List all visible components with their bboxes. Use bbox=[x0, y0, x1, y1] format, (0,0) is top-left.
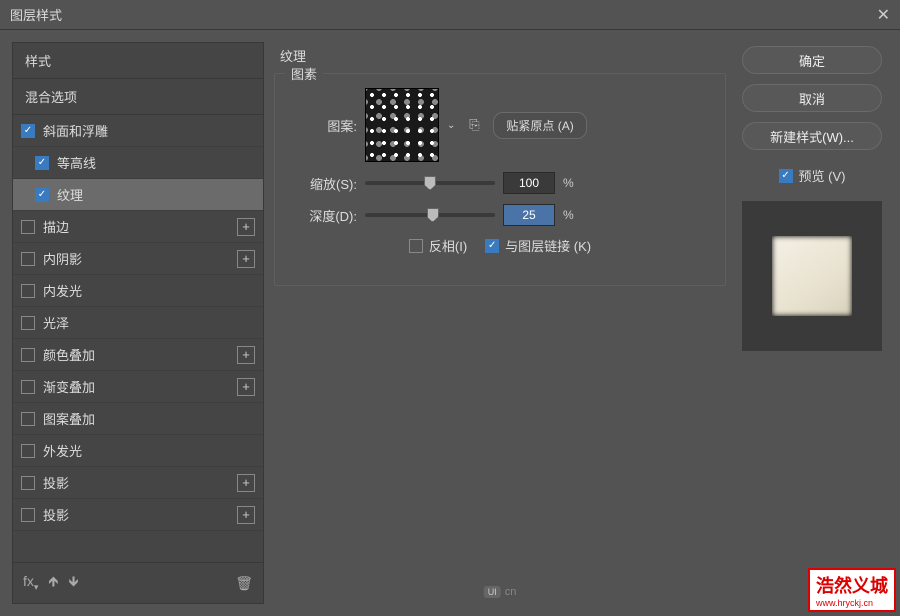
ok-button[interactable]: 确定 bbox=[742, 46, 882, 74]
effect-row-10[interactable]: 外发光 bbox=[13, 435, 263, 467]
title-bar: 图层样式 ✕ bbox=[0, 0, 900, 30]
effect-row-9[interactable]: 图案叠加 bbox=[13, 403, 263, 435]
effect-checkbox[interactable] bbox=[21, 316, 35, 330]
effect-label: 外发光 bbox=[43, 441, 255, 460]
effects-list: ✓斜面和浮雕✓等高线✓纹理描边+内阴影+内发光光泽颜色叠加+渐变叠加+图案叠加外… bbox=[13, 115, 263, 562]
link-label: 与图层链接 (K) bbox=[505, 236, 591, 255]
effect-checkbox[interactable] bbox=[21, 284, 35, 298]
add-effect-icon[interactable]: + bbox=[237, 474, 255, 492]
settings-panel: 纹理 图素 图案: ⌄ ⎘ 贴紧原点 (A) 缩放(S): % 深度(D): % bbox=[274, 42, 726, 604]
invert-checkbox[interactable]: 反相(I) bbox=[409, 236, 467, 255]
effect-label: 渐变叠加 bbox=[43, 377, 237, 396]
fx-menu-icon[interactable]: fx▾ bbox=[23, 573, 38, 593]
action-column: 确定 取消 新建样式(W)... ✓ 预览 (V) bbox=[736, 42, 888, 604]
scale-unit: % bbox=[563, 176, 574, 190]
effect-checkbox[interactable] bbox=[21, 508, 35, 522]
styles-sidebar: 样式 混合选项 ✓斜面和浮雕✓等高线✓纹理描边+内阴影+内发光光泽颜色叠加+渐变… bbox=[12, 42, 264, 604]
depth-unit: % bbox=[563, 208, 574, 222]
panel-title: 纹理 bbox=[274, 42, 726, 69]
effect-label: 投影 bbox=[43, 505, 237, 524]
snap-origin-button[interactable]: 贴紧原点 (A) bbox=[493, 112, 586, 139]
main-area: 样式 混合选项 ✓斜面和浮雕✓等高线✓纹理描边+内阴影+内发光光泽颜色叠加+渐变… bbox=[0, 30, 900, 616]
preview-label: 预览 (V) bbox=[799, 166, 846, 185]
trash-icon[interactable]: 🗑 bbox=[235, 575, 253, 592]
checkbox-row: 反相(I) ✓ 与图层链接 (K) bbox=[293, 236, 707, 255]
pattern-label: 图案: bbox=[293, 116, 357, 135]
close-icon[interactable]: ✕ bbox=[877, 5, 890, 25]
scale-row: 缩放(S): % bbox=[293, 172, 707, 194]
scale-slider[interactable] bbox=[365, 181, 495, 185]
effect-checkbox[interactable] bbox=[21, 380, 35, 394]
add-effect-icon[interactable]: + bbox=[237, 378, 255, 396]
effect-row-7[interactable]: 颜色叠加+ bbox=[13, 339, 263, 371]
preview-check-icon: ✓ bbox=[779, 169, 793, 183]
sidebar-footer: fx▾ 🡹 🡻 🗑 bbox=[13, 562, 263, 603]
cancel-button[interactable]: 取消 bbox=[742, 84, 882, 112]
effect-label: 颜色叠加 bbox=[43, 345, 237, 364]
effect-row-1[interactable]: ✓ 等高线 bbox=[13, 147, 263, 179]
elements-group: 图素 图案: ⌄ ⎘ 贴紧原点 (A) 缩放(S): % 深度(D): % bbox=[274, 73, 726, 286]
arrow-up-icon[interactable]: 🡹 bbox=[48, 571, 58, 595]
effect-checkbox[interactable] bbox=[21, 444, 35, 458]
invert-label: 反相(I) bbox=[429, 236, 467, 255]
blend-options-header[interactable]: 混合选项 bbox=[13, 79, 263, 115]
depth-slider[interactable] bbox=[365, 213, 495, 217]
effect-label: 投影 bbox=[43, 473, 237, 492]
effect-row-3[interactable]: 描边+ bbox=[13, 211, 263, 243]
ui-logo: UI cn bbox=[484, 586, 517, 598]
effect-row-6[interactable]: 光泽 bbox=[13, 307, 263, 339]
preview-tile bbox=[772, 236, 852, 316]
effect-row-2[interactable]: ✓ 纹理 bbox=[13, 179, 263, 211]
effect-label: 图案叠加 bbox=[43, 409, 255, 428]
link-checkbox[interactable]: ✓ 与图层链接 (K) bbox=[485, 236, 591, 255]
effect-row-5[interactable]: 内发光 bbox=[13, 275, 263, 307]
preview-checkbox[interactable]: ✓ 预览 (V) bbox=[779, 166, 846, 185]
pattern-dropdown-icon[interactable]: ⌄ bbox=[447, 120, 455, 131]
add-effect-icon[interactable]: + bbox=[237, 250, 255, 268]
effect-checkbox[interactable] bbox=[21, 476, 35, 490]
new-style-button[interactable]: 新建样式(W)... bbox=[742, 122, 882, 150]
group-legend: 图素 bbox=[285, 64, 323, 83]
pattern-row: 图案: ⌄ ⎘ 贴紧原点 (A) bbox=[293, 88, 707, 162]
effect-row-12[interactable]: 投影+ bbox=[13, 499, 263, 531]
effect-label: 等高线 bbox=[57, 153, 255, 172]
preview-box bbox=[742, 201, 882, 351]
effect-checkbox[interactable]: ✓ bbox=[35, 156, 49, 170]
invert-check-icon bbox=[409, 239, 423, 253]
add-effect-icon[interactable]: + bbox=[237, 346, 255, 364]
effect-label: 描边 bbox=[43, 217, 237, 236]
effect-label: 内阴影 bbox=[43, 249, 237, 268]
link-check-icon: ✓ bbox=[485, 239, 499, 253]
effect-checkbox[interactable] bbox=[21, 348, 35, 362]
new-preset-icon[interactable]: ⎘ bbox=[463, 114, 485, 136]
scale-label: 缩放(S): bbox=[293, 174, 357, 193]
effect-label: 斜面和浮雕 bbox=[43, 121, 255, 140]
effect-checkbox[interactable] bbox=[21, 252, 35, 266]
dialog-title: 图层样式 bbox=[10, 5, 62, 24]
effect-label: 光泽 bbox=[43, 313, 255, 332]
depth-row: 深度(D): % bbox=[293, 204, 707, 226]
styles-header[interactable]: 样式 bbox=[13, 43, 263, 79]
effect-label: 内发光 bbox=[43, 281, 255, 300]
effect-checkbox[interactable]: ✓ bbox=[35, 188, 49, 202]
effect-label: 纹理 bbox=[57, 185, 255, 204]
effect-row-4[interactable]: 内阴影+ bbox=[13, 243, 263, 275]
effect-row-8[interactable]: 渐变叠加+ bbox=[13, 371, 263, 403]
scale-input[interactable] bbox=[503, 172, 555, 194]
depth-input[interactable] bbox=[503, 204, 555, 226]
effect-row-0[interactable]: ✓ 斜面和浮雕 bbox=[13, 115, 263, 147]
pattern-swatch[interactable] bbox=[365, 88, 439, 162]
watermark: 浩然义城 www.hryckj.cn bbox=[808, 568, 896, 612]
add-effect-icon[interactable]: + bbox=[237, 506, 255, 524]
effect-checkbox[interactable]: ✓ bbox=[21, 124, 35, 138]
effect-checkbox[interactable] bbox=[21, 220, 35, 234]
depth-label: 深度(D): bbox=[293, 206, 357, 225]
add-effect-icon[interactable]: + bbox=[237, 218, 255, 236]
arrow-down-icon[interactable]: 🡻 bbox=[68, 571, 78, 595]
effect-row-11[interactable]: 投影+ bbox=[13, 467, 263, 499]
effect-checkbox[interactable] bbox=[21, 412, 35, 426]
